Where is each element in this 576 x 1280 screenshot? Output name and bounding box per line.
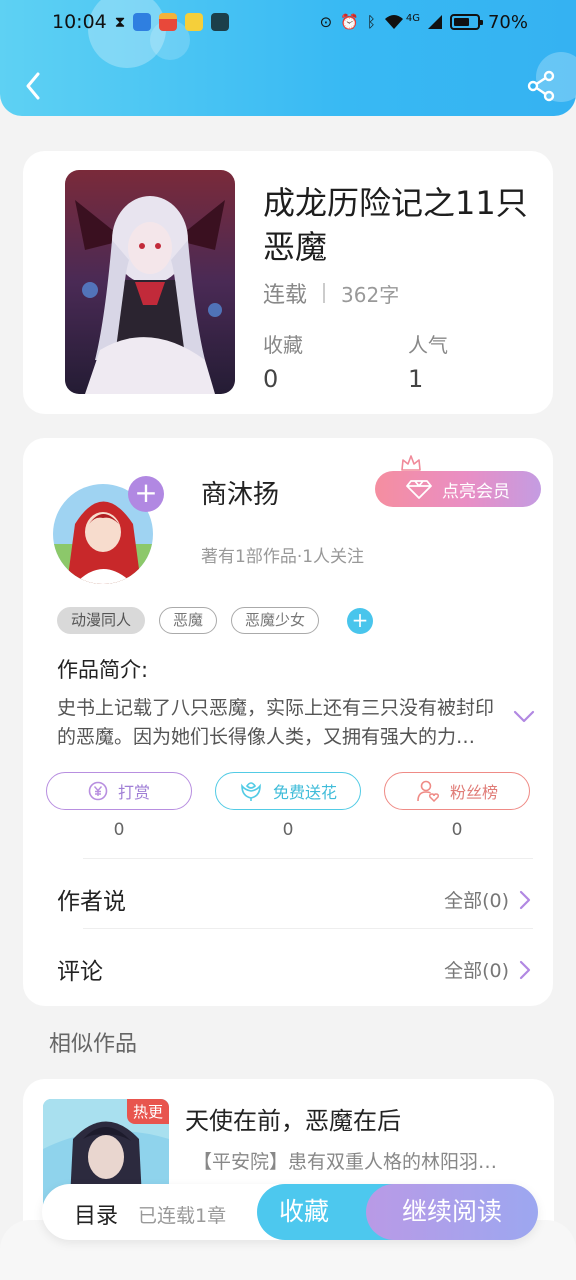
app-notification-icon	[185, 13, 204, 31]
nfc-icon: ⊙	[319, 12, 333, 31]
author-says-link[interactable]: 全部(0)	[444, 886, 531, 913]
top-header: 10:04 ⧗ ⊙ ⏰ ᛒ 4G 70%	[0, 0, 576, 116]
app-notification-icon	[133, 13, 152, 31]
send-flower-label: 免费送花	[272, 783, 337, 802]
meta-separator	[323, 283, 326, 303]
chevron-down-icon[interactable]	[513, 710, 535, 724]
similar-work-title: 天使在前，恶魔在后	[185, 1107, 401, 1135]
send-flower-button[interactable]: 免费送花	[215, 772, 361, 810]
network-type: 4G	[405, 12, 420, 24]
user-heart-icon	[417, 780, 439, 802]
battery-icon	[449, 14, 483, 30]
author-name[interactable]: 商沐扬	[201, 474, 279, 511]
divider	[83, 858, 533, 859]
status-time: 10:04	[52, 11, 107, 33]
similar-work-desc: 【平安院】患有双重人格的林阳羽…	[193, 1151, 498, 1173]
continue-reading-button[interactable]: 继续阅读	[366, 1184, 538, 1240]
add-tag-button[interactable]: +	[347, 607, 374, 634]
fan-ranking-label: 粉丝榜	[449, 783, 498, 802]
vip-member-button[interactable]: 点亮会员	[375, 471, 541, 507]
signal-icon	[427, 15, 442, 29]
bluetooth-icon: ᛒ	[366, 12, 376, 31]
author-says-label[interactable]: 作者说	[57, 882, 126, 916]
share-button[interactable]	[526, 70, 556, 102]
diamond-icon	[406, 480, 432, 499]
fan-ranking-button[interactable]: 粉丝榜	[384, 772, 530, 810]
favorites-value: 0	[263, 365, 279, 393]
book-cover-illustration	[65, 170, 235, 394]
chevron-right-icon	[519, 890, 531, 909]
author-meta: 著有1部作品·1人关注	[201, 547, 365, 567]
bottom-action-bar: 目录 已连载1章 收藏 继续阅读	[42, 1184, 538, 1240]
comments-link[interactable]: 全部(0)	[444, 956, 531, 983]
book-cover[interactable]	[65, 170, 235, 394]
back-button[interactable]	[18, 66, 48, 106]
chevron-right-icon	[519, 960, 531, 979]
yuan-coin-icon	[88, 781, 108, 801]
book-title: 成龙历险记之11只恶魔	[263, 184, 528, 266]
divider	[83, 928, 533, 929]
flower-count: 0	[282, 820, 294, 840]
intro-text: 史书上记载了八只恶魔，实际上还有三只没有被封印的恶魔。因为她们长得像人类，又拥有…	[57, 697, 495, 748]
wifi-icon	[384, 15, 403, 29]
status-bar: 10:04 ⧗ ⊙ ⏰ ᛒ 4G 70%	[0, 0, 576, 44]
book-info-card: 成龙历险记之11只恶魔 连载 362字 收藏 0 人气 1	[23, 151, 553, 414]
tag[interactable]: 恶魔	[159, 607, 218, 634]
author-card: + 商沐扬 著有1部作品·1人关注 点亮会员 动漫同人 恶魔 恶魔少女 + 作品…	[23, 438, 553, 1006]
status-left: 10:04 ⧗	[52, 11, 230, 33]
book-status: 连载	[263, 283, 308, 308]
comments-count: 全部(0)	[444, 960, 509, 982]
favorites-label: 收藏	[263, 333, 303, 357]
vip-button-label: 点亮会员	[442, 481, 510, 502]
tag[interactable]: 动漫同人	[57, 607, 146, 634]
comments-label[interactable]: 评论	[57, 952, 103, 986]
app-notification-icon	[159, 13, 178, 31]
book-meta: 连载 362字	[263, 277, 399, 309]
share-icon	[527, 70, 555, 102]
reward-label: 打赏	[117, 783, 150, 802]
tag-list: 动漫同人 恶魔 恶魔少女 +	[57, 607, 374, 634]
toc-button[interactable]: 目录	[74, 1198, 118, 1230]
hourglass-icon: ⧗	[114, 12, 126, 31]
hot-update-badge: 热更	[126, 1099, 169, 1124]
crown-icon	[401, 455, 421, 471]
fan-count: 0	[451, 820, 463, 840]
reward-button[interactable]: 打赏	[46, 772, 192, 810]
intro-title: 作品简介:	[57, 658, 149, 682]
status-right: ⊙ ⏰ ᛒ 4G 70%	[320, 12, 528, 33]
author-says-count: 全部(0)	[444, 890, 509, 912]
battery-percent: 70%	[487, 11, 528, 33]
battery-level	[453, 18, 470, 26]
alarm-icon: ⏰	[340, 12, 359, 31]
flower-icon	[241, 782, 261, 801]
book-word-count: 362字	[341, 282, 400, 307]
back-arrow-icon	[26, 72, 40, 100]
chapters-count: 已连载1章	[138, 1205, 227, 1227]
follow-author-button[interactable]: +	[128, 476, 164, 512]
tag[interactable]: 恶魔少女	[231, 607, 320, 634]
similar-section-title: 相似作品	[49, 1032, 138, 1057]
app-notification-icon	[211, 13, 230, 31]
popularity-label: 人气	[408, 333, 448, 357]
reward-count: 0	[113, 820, 125, 840]
popularity-value: 1	[408, 365, 424, 393]
